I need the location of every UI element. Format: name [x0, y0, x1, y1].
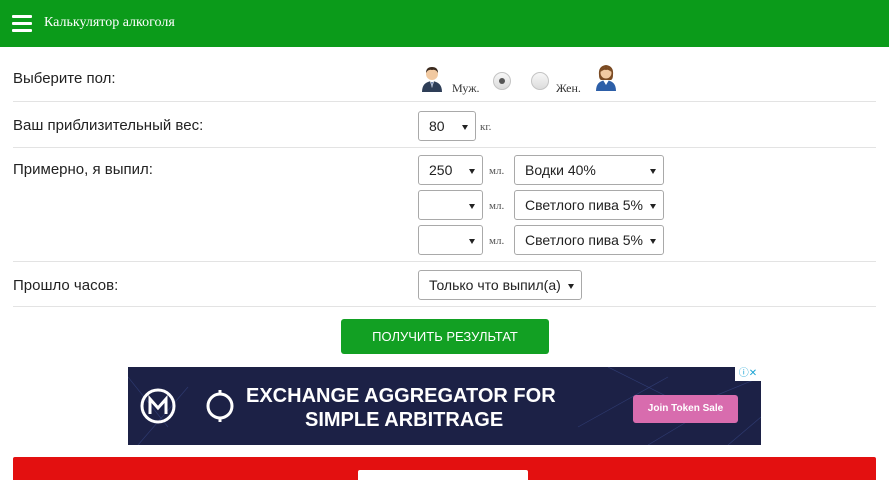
divider: [13, 306, 876, 307]
app-title: Калькулятор алкоголя: [44, 15, 175, 30]
drink-amount-select-1[interactable]: 250: [418, 155, 483, 185]
drink-type-value: Светлого пива 5%: [525, 197, 643, 213]
drink-type-value: Светлого пива 5%: [525, 232, 643, 248]
divider: [13, 101, 876, 102]
weight-unit: кг.: [480, 121, 492, 133]
chevron-down-icon: [650, 169, 656, 174]
drinks-label: Примерно, я выпил:: [13, 161, 153, 178]
chevron-down-icon: [650, 204, 656, 209]
ad-headline-line1: EXCHANGE AGGREGATOR FOR: [246, 385, 556, 407]
ad-headline-line2: SIMPLE ARBITRAGE: [305, 409, 504, 431]
divider: [13, 147, 876, 148]
drink-unit: мл.: [489, 200, 505, 212]
drink-type-select-2[interactable]: Светлого пива 5%: [514, 190, 664, 220]
drink-type-value: Водки 40%: [525, 162, 596, 178]
male-option-label: Муж.: [452, 81, 480, 95]
chevron-down-icon: [469, 169, 475, 174]
drink-amount-value: 250: [429, 162, 453, 178]
ad-logo-icon: [140, 388, 176, 424]
weight-select-value: 80: [429, 118, 445, 134]
drink-amount-select-2[interactable]: [418, 190, 483, 220]
female-avatar-icon: [594, 63, 618, 91]
chevron-down-icon: [469, 204, 475, 209]
hours-label: Прошло часов:: [13, 277, 119, 294]
hamburger-menu-icon[interactable]: [12, 15, 32, 32]
drink-unit: мл.: [489, 235, 505, 247]
weight-label: Ваш приблизительный вес:: [13, 117, 204, 134]
chevron-down-icon: [650, 239, 656, 244]
result-panel: [13, 457, 876, 484]
ad-ring-icon: [204, 390, 236, 422]
chevron-down-icon: [469, 239, 475, 244]
male-avatar-icon: [420, 64, 444, 92]
gender-male-radio[interactable]: [493, 72, 511, 90]
weight-select[interactable]: 80: [418, 111, 476, 141]
chevron-down-icon: [568, 284, 574, 289]
gender-label: Выберите пол:: [13, 70, 116, 87]
hours-select[interactable]: Только что выпил(а): [418, 270, 582, 300]
divider: [13, 261, 876, 262]
gender-female-radio[interactable]: [531, 72, 549, 90]
hours-select-value: Только что выпил(а): [429, 277, 561, 293]
ad-join-token-sale-button[interactable]: Join Token Sale: [633, 395, 738, 423]
drink-amount-select-3[interactable]: [418, 225, 483, 255]
drink-type-select-3[interactable]: Светлого пива 5%: [514, 225, 664, 255]
result-inner-box: [358, 470, 528, 484]
app-header: Калькулятор алкоголя: [0, 0, 889, 47]
ad-banner[interactable]: EXCHANGE AGGREGATOR FOR SIMPLE ARBITRAGE…: [128, 367, 761, 445]
drink-unit: мл.: [489, 165, 505, 177]
chevron-down-icon: [462, 125, 468, 130]
female-option-label: Жен.: [556, 81, 581, 95]
drink-type-select-1[interactable]: Водки 40%: [514, 155, 664, 185]
ad-choices-icon[interactable]: ⓘ✕: [735, 367, 761, 381]
get-result-button[interactable]: ПОЛУЧИТЬ РЕЗУЛЬТАТ: [341, 319, 549, 354]
